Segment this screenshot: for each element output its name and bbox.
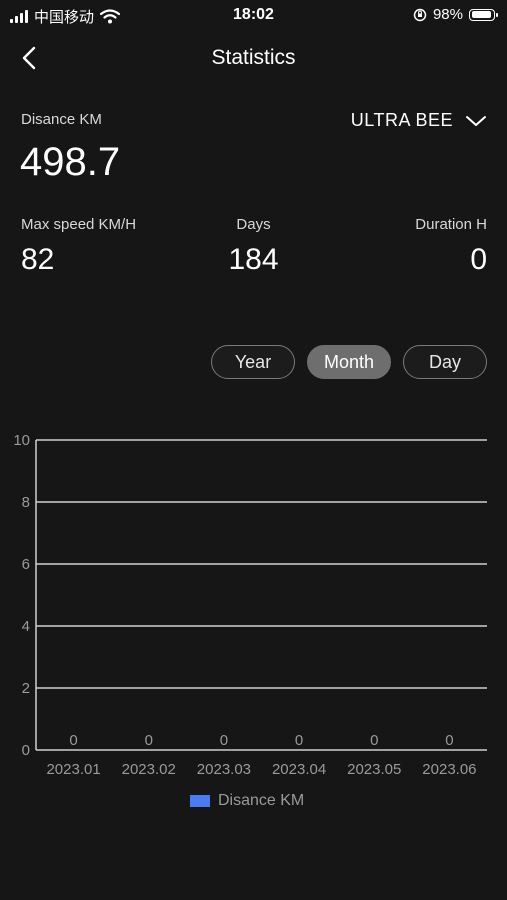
tab-year[interactable]: Year xyxy=(211,345,295,379)
distance-value: 498.7 xyxy=(20,140,121,184)
y-tick-label: 10 xyxy=(13,432,30,449)
y-tick-label: 4 xyxy=(22,618,30,635)
duration-value: 0 xyxy=(470,243,487,276)
distance-label: Disance KM xyxy=(21,111,102,128)
battery-icon xyxy=(469,8,498,21)
page-title: Statistics xyxy=(211,46,296,69)
orientation-lock-icon xyxy=(413,8,427,21)
status-bar: 中国移动 18:02 98% xyxy=(0,0,507,30)
x-tick-label: 2023.01 xyxy=(46,761,100,778)
x-tick-label: 2023.03 xyxy=(197,761,251,778)
y-tick-label: 0 xyxy=(22,742,30,759)
data-label: 0 xyxy=(445,732,453,749)
x-tick-label: 2023.04 xyxy=(272,761,326,778)
battery-percent: 98% xyxy=(432,6,463,23)
device-dropdown[interactable]: ULTRA BEE xyxy=(351,110,487,131)
data-label: 0 xyxy=(295,732,303,749)
nav-bar: Statistics xyxy=(0,36,507,80)
data-label: 0 xyxy=(370,732,378,749)
data-label: 0 xyxy=(69,732,77,749)
y-tick-label: 2 xyxy=(22,680,30,697)
data-label: 0 xyxy=(145,732,153,749)
legend-swatch xyxy=(190,795,210,807)
y-tick-label: 6 xyxy=(22,556,30,573)
tab-day[interactable]: Day xyxy=(403,345,487,379)
device-name: ULTRA BEE xyxy=(350,110,453,130)
tab-month[interactable]: Month xyxy=(307,345,391,379)
x-tick-label: 2023.05 xyxy=(347,761,401,778)
y-tick-label: 8 xyxy=(22,494,30,511)
status-right: 98% xyxy=(413,6,498,23)
chevron-down-icon xyxy=(466,115,486,126)
x-tick-label: 2023.06 xyxy=(422,761,476,778)
chart-legend: Disance KM xyxy=(190,792,304,810)
days-value: 184 xyxy=(228,243,279,276)
x-tick-label: 2023.02 xyxy=(122,761,176,778)
legend-label: Disance KM xyxy=(218,792,305,809)
distance-chart: 0 2 4 6 8 10 0 2023.01 0 2023.02 0 2023.03 0 2023.04 0… xyxy=(13,432,487,778)
period-tabs: Year Month Day xyxy=(211,345,487,379)
data-label: 0 xyxy=(220,732,228,749)
duration-label: Duration H xyxy=(415,216,487,233)
